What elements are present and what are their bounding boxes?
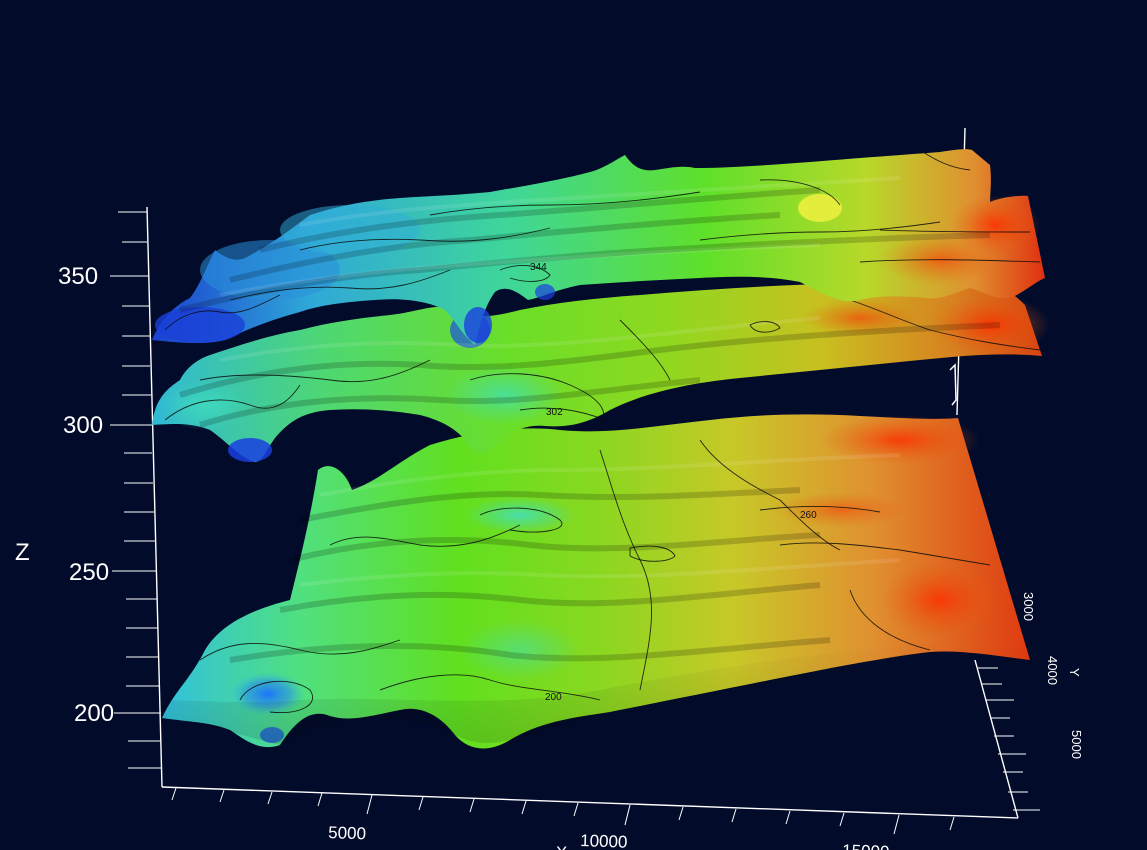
z-tick-label: 200 (74, 700, 114, 727)
z-tick-label: 300 (63, 412, 103, 439)
y-tick-label: 4000 (1045, 656, 1060, 685)
contour-label: 302 (546, 407, 563, 418)
x-tick-label: 5000 (328, 823, 366, 843)
y-axis-title: Y (1067, 668, 1082, 677)
z-axis-labels: 350 300 250 200 Z (15, 263, 114, 727)
x-tick-label: 10000 (580, 831, 628, 850)
x-axis-labels: 5000 10000 15000 X (328, 823, 890, 850)
3d-surface-viewer[interactable]: 260 200 302 (0, 0, 1147, 850)
contour-label: 260 (800, 510, 817, 521)
x-tick-label: 15000 (842, 841, 890, 850)
bottom-surface[interactable]: 260 200 (162, 414, 1030, 749)
y-tick-label: 5000 (1069, 730, 1084, 759)
y-axis-labels: 3000 4000 5000 Y (1021, 592, 1084, 759)
x-axis-title: X (556, 843, 567, 850)
contour-label: 344 (530, 262, 547, 273)
y-tick-label: 3000 (1021, 592, 1036, 621)
z-tick-label: 250 (69, 559, 109, 586)
axis-marker (949, 363, 957, 406)
z-axis-title: Z (15, 539, 30, 566)
z-tick-label: 350 (58, 263, 98, 290)
y-axis-ticks (978, 667, 1040, 811)
